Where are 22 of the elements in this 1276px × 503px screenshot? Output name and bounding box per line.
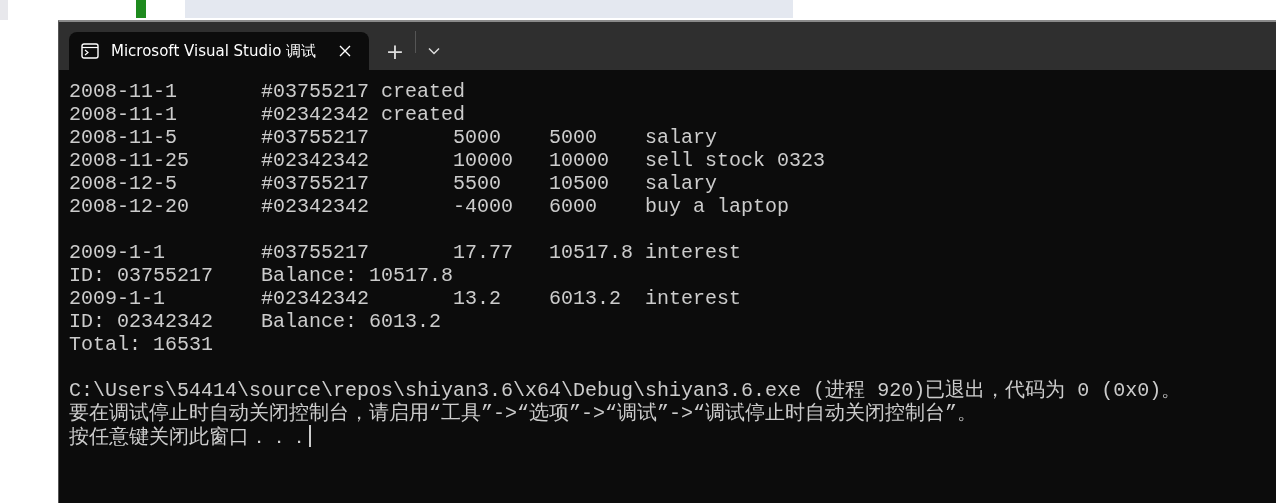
new-tab-button[interactable]: +	[375, 32, 415, 70]
console-tab[interactable]: Microsoft Visual Studio 调试	[69, 32, 369, 70]
close-icon	[339, 45, 351, 57]
breakpoint-margin-bar	[136, 0, 146, 18]
console-line: 2009-1-1 #02342342 13.2 6013.2 interest	[69, 287, 742, 310]
chevron-down-icon	[428, 47, 440, 55]
console-line: C:\Users\54414\source\repos\shiyan3.6\x64\Debug\shiyan3.6.exe (进程 920)已退出，代码为 0 (0x0)。	[69, 379, 1182, 402]
console-line: 2008-11-5 #03755217 5000 5000 salary	[69, 126, 718, 149]
console-line: ID: 03755217 Balance: 10517.8	[69, 264, 454, 287]
console-line: 要在调试停止时自动关闭控制台，请启用“工具”->“选项”->“调试”->“调试停止时自动关闭控制台”。	[69, 402, 978, 425]
terminal-icon	[81, 43, 99, 59]
console-line: 2008-11-1 #03755217 created	[69, 80, 466, 103]
console-line: 2008-11-1 #02342342 created	[69, 103, 466, 126]
console-line: 2008-11-25 #02342342 10000 10000 sell stock 0323	[69, 149, 826, 172]
console-line: ID: 02342342 Balance: 6013.2	[69, 310, 442, 333]
console-line: 2009-1-1 #03755217 17.77 10517.8 interest	[69, 241, 742, 264]
text-cursor	[309, 425, 311, 447]
console-line: Total: 16531	[69, 333, 214, 356]
console-line: 2008-12-20 #02342342 -4000 6000 buy a laptop	[69, 195, 790, 218]
console-line: 2008-12-5 #03755217 5500 10500 salary	[69, 172, 718, 195]
console-line: 按任意键关闭此窗口．．．	[69, 426, 309, 449]
tab-title: Microsoft Visual Studio 调试	[111, 40, 318, 62]
